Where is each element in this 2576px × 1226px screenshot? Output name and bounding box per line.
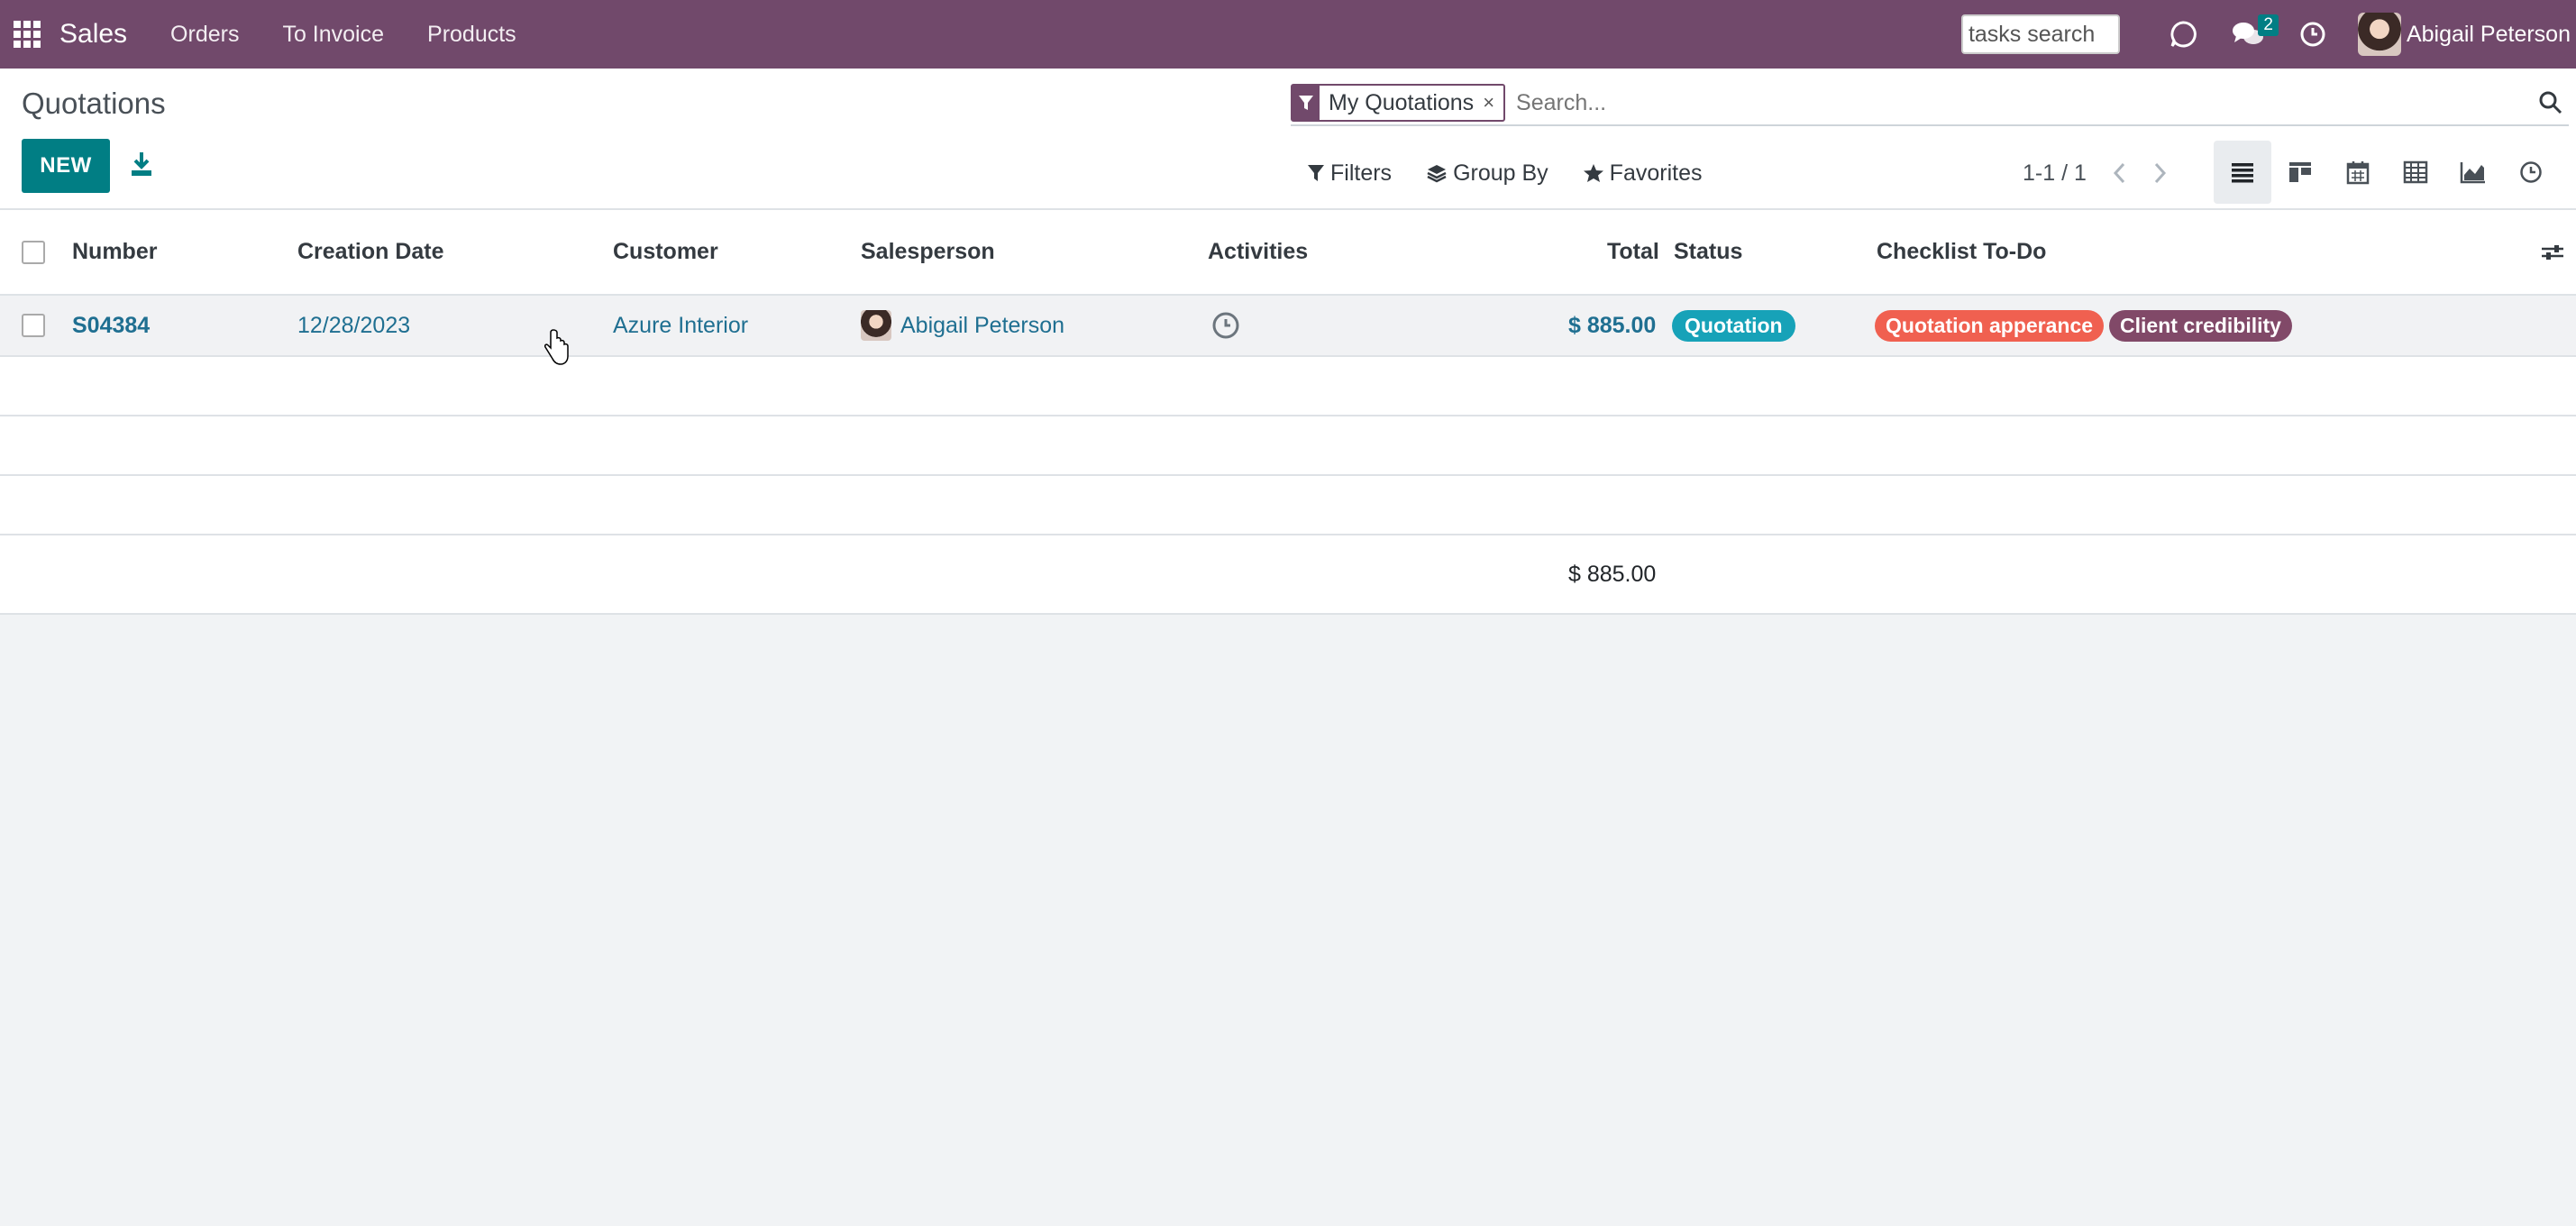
user-name[interactable]: Abigail Peterson — [2407, 22, 2571, 48]
column-header-customer[interactable]: Customer — [613, 210, 718, 294]
table-footer-row: $ 885.00 — [0, 535, 2576, 615]
table-header-row: Number Creation Date Customer Salesperso… — [0, 210, 2576, 296]
facet-remove-icon[interactable]: × — [1483, 91, 1503, 114]
star-icon — [1583, 164, 1603, 182]
clock-icon[interactable] — [2293, 14, 2333, 54]
tasks-search-input[interactable]: tasks search — [1960, 14, 2120, 54]
row-customer[interactable]: Azure Interior — [613, 296, 748, 355]
column-header-number[interactable]: Number — [72, 210, 157, 294]
row-total: $ 885.00 — [1568, 312, 1657, 338]
checklist-tags: Quotation apperance Client credibility — [1875, 296, 2297, 355]
pager-previous-icon[interactable] — [2110, 162, 2128, 184]
new-button[interactable]: NEW — [22, 139, 110, 193]
group-by-label: Group By — [1453, 160, 1548, 186]
select-all-checkbox[interactable] — [22, 240, 45, 264]
group-by-button[interactable]: Group By — [1426, 160, 1548, 187]
empty-content-area — [0, 615, 2576, 1226]
empty-row — [0, 476, 2576, 535]
filters-button[interactable]: Filters — [1307, 160, 1392, 187]
facet-label: My Quotations — [1329, 89, 1475, 115]
discuss-icon[interactable] — [2163, 14, 2203, 54]
messages-count-badge: 2 — [2258, 14, 2279, 36]
footer-total: $ 885.00 — [1568, 561, 1657, 587]
row-salesperson[interactable]: Abigail Peterson — [861, 296, 1064, 355]
search-icon[interactable] — [2533, 85, 2569, 121]
row-checkbox[interactable] — [22, 314, 45, 337]
pager: 1-1 / 1 — [2023, 155, 2170, 191]
column-header-total[interactable]: Total — [1607, 210, 1659, 294]
status-badge: Quotation — [1672, 309, 1795, 342]
kanban-view-icon[interactable] — [2271, 141, 2329, 204]
column-header-activities[interactable]: Activities — [1208, 210, 1308, 294]
top-navbar: Sales Orders To Invoice Products tasks s… — [0, 0, 2576, 69]
favorites-label: Favorites — [1609, 160, 1703, 186]
page-title: Quotations — [22, 87, 166, 120]
row-creation-date[interactable]: 12/28/2023 — [297, 296, 410, 355]
layers-icon — [1427, 165, 1447, 183]
favorites-button[interactable]: Favorites — [1583, 160, 1703, 187]
user-avatar[interactable] — [2357, 13, 2401, 56]
filters-label: Filters — [1330, 160, 1393, 186]
apps-grid-icon[interactable] — [0, 0, 54, 69]
hand-cursor-icon — [544, 328, 570, 372]
activity-clock-icon[interactable] — [1211, 296, 1240, 355]
salesperson-name[interactable]: Abigail Peterson — [900, 313, 1064, 339]
column-header-creation-date[interactable]: Creation Date — [297, 210, 444, 294]
row-number[interactable]: S04384 — [72, 296, 150, 355]
column-header-status[interactable]: Status — [1674, 210, 1742, 294]
empty-row — [0, 357, 2576, 416]
calendar-view-icon[interactable] — [2329, 141, 2387, 204]
search-facet[interactable]: My Quotations × — [1291, 84, 1506, 122]
filter-icon — [1293, 86, 1320, 120]
graph-view-icon[interactable] — [2444, 141, 2502, 204]
control-panel: Quotations NEW My Quotations × Filters G… — [0, 69, 2576, 210]
menu-products[interactable]: Products — [427, 22, 516, 48]
search-panel-toggles: Filters Group By Favorites — [1307, 155, 1736, 191]
column-header-checklist[interactable]: Checklist To-Do — [1877, 210, 2046, 294]
pager-next-icon[interactable] — [2151, 162, 2170, 184]
checklist-tag: Quotation apperance — [1875, 309, 2105, 342]
table-row[interactable]: S04384 12/28/2023 Azure Interior Abigail… — [0, 296, 2576, 357]
activity-view-icon[interactable] — [2502, 141, 2560, 204]
column-header-salesperson[interactable]: Salesperson — [861, 210, 995, 294]
checklist-tag: Client credibility — [2109, 309, 2292, 342]
menu-to-invoice[interactable]: To Invoice — [282, 22, 384, 48]
salesperson-avatar — [861, 310, 891, 341]
pager-value[interactable]: 1-1 / 1 — [2023, 160, 2087, 187]
optional-columns-icon[interactable] — [2540, 210, 2565, 294]
pivot-view-icon[interactable] — [2387, 141, 2444, 204]
chat-bubbles-icon[interactable]: 2 — [2228, 14, 2279, 54]
search-bar: My Quotations × — [1291, 81, 2569, 126]
filter-icon — [1308, 165, 1324, 181]
empty-row — [0, 416, 2576, 476]
menu-orders[interactable]: Orders — [170, 22, 239, 48]
app-name[interactable]: Sales — [59, 19, 127, 50]
quotations-table: Number Creation Date Customer Salesperso… — [0, 210, 2576, 615]
list-view-icon[interactable] — [2214, 141, 2271, 204]
download-icon[interactable] — [126, 146, 157, 182]
view-switcher — [2214, 141, 2560, 204]
search-input[interactable] — [1516, 89, 2533, 116]
